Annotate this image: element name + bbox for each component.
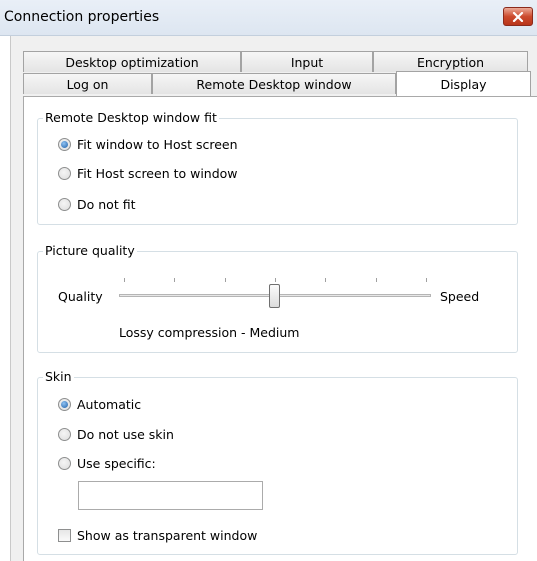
specific-skin-input[interactable] bbox=[78, 481, 263, 510]
tab-display[interactable]: Display bbox=[396, 71, 531, 96]
radio-selected-dot bbox=[61, 401, 68, 408]
radio-label: Do not fit bbox=[77, 197, 136, 212]
compression-status: Lossy compression - Medium bbox=[119, 325, 300, 340]
tab-remote-desktop-window[interactable]: Remote Desktop window bbox=[152, 73, 396, 94]
window-title: Connection properties bbox=[4, 9, 160, 25]
radio-button[interactable] bbox=[58, 457, 71, 470]
radio-button[interactable] bbox=[58, 167, 71, 180]
radio-skin-automatic[interactable]: Automatic bbox=[58, 397, 141, 412]
radio-label: Do not use skin bbox=[77, 427, 174, 442]
tab-log-on[interactable]: Log on bbox=[23, 73, 152, 94]
window-fit-title: Remote Desktop window fit bbox=[43, 110, 219, 125]
radio-skin-specific[interactable]: Use specific: bbox=[58, 456, 156, 471]
tab-desktop-optimization[interactable]: Desktop optimization bbox=[23, 51, 241, 72]
radio-button[interactable] bbox=[58, 138, 71, 151]
radio-label: Fit Host screen to window bbox=[77, 166, 238, 181]
radio-label: Fit window to Host screen bbox=[77, 137, 238, 152]
skin-title: Skin bbox=[43, 369, 74, 384]
quality-slider-thumb[interactable] bbox=[269, 284, 280, 308]
quality-label: Quality bbox=[58, 289, 103, 304]
speed-label: Speed bbox=[440, 289, 480, 304]
transparent-window-checkbox[interactable] bbox=[58, 529, 71, 542]
radio-label: Use specific: bbox=[77, 456, 156, 471]
display-panel: Remote Desktop window fit Fit window to … bbox=[23, 96, 537, 561]
slider-tick bbox=[275, 278, 276, 282]
radio-button[interactable] bbox=[58, 198, 71, 211]
tab-input[interactable]: Input bbox=[241, 51, 373, 72]
transparent-window-checkbox-row[interactable]: Show as transparent window bbox=[58, 528, 257, 543]
slider-tick bbox=[225, 278, 226, 282]
radio-fit-window-to-host[interactable]: Fit window to Host screen bbox=[58, 137, 238, 152]
slider-tick bbox=[124, 278, 125, 282]
slider-tick bbox=[426, 278, 427, 282]
tab-encryption[interactable]: Encryption bbox=[373, 51, 528, 72]
radio-selected-dot bbox=[61, 141, 68, 148]
radio-fit-host-to-window[interactable]: Fit Host screen to window bbox=[58, 166, 238, 181]
radio-do-not-fit[interactable]: Do not fit bbox=[58, 197, 135, 212]
slider-tick bbox=[174, 278, 175, 282]
slider-tick bbox=[376, 278, 377, 282]
picture-quality-title: Picture quality bbox=[43, 243, 137, 258]
transparent-window-label: Show as transparent window bbox=[77, 528, 258, 543]
radio-skin-none[interactable]: Do not use skin bbox=[58, 427, 174, 442]
radio-button[interactable] bbox=[58, 428, 71, 441]
close-button[interactable] bbox=[503, 7, 533, 26]
radio-label: Automatic bbox=[77, 397, 142, 412]
radio-button[interactable] bbox=[58, 398, 71, 411]
title-bar: Connection properties bbox=[0, 0, 537, 36]
close-icon bbox=[512, 11, 524, 22]
slider-tick bbox=[325, 278, 326, 282]
